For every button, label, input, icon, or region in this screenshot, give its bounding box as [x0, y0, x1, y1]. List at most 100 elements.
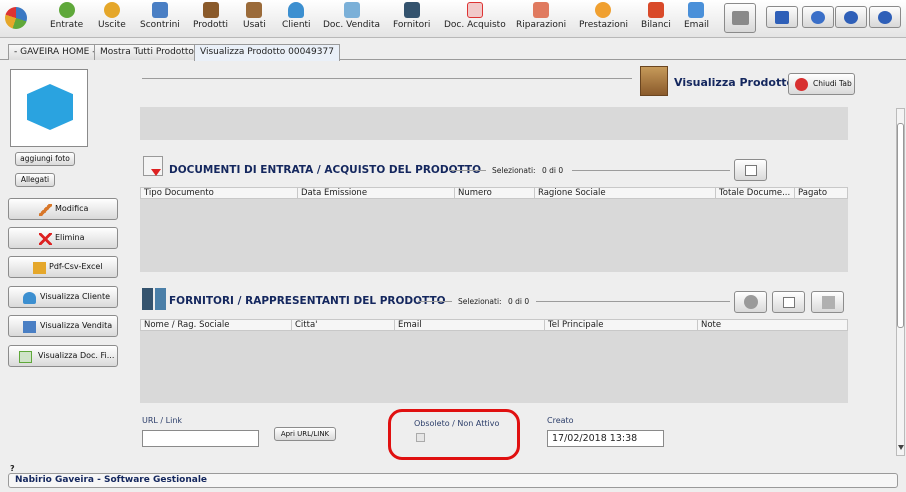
status-bar: Nabirio Gaveira - Software Gestionale: [8, 473, 898, 488]
add-photo-button[interactable]: aggiungi foto: [15, 152, 75, 166]
url-input[interactable]: [142, 430, 259, 447]
documents-selected-count: 0 di 0: [542, 166, 564, 175]
suppliers-info-button[interactable]: [734, 291, 767, 313]
documents-table-body[interactable]: [140, 199, 848, 272]
documents-table-header: Tipo Documento Data Emissione Numero Rag…: [140, 187, 848, 199]
cash-register-button[interactable]: [724, 3, 756, 33]
service-icon: [595, 2, 612, 18]
toolbar-doc-vendita-button[interactable]: Doc. Vendita: [323, 2, 380, 30]
receipt-icon: [151, 2, 168, 18]
settings-button[interactable]: [802, 6, 834, 28]
print-icon: [783, 297, 795, 308]
col-email[interactable]: Email: [394, 320, 544, 331]
info-icon: [744, 295, 758, 309]
suppliers-selected-count: 0 di 0: [508, 297, 530, 306]
delete-button[interactable]: Elimina: [8, 227, 118, 249]
supplier-section-icon: [142, 288, 166, 310]
export-button[interactable]: Pdf-Csv-Excel: [8, 256, 118, 278]
suppliers-selected-label: Selezionati:: [458, 297, 502, 306]
toolbar-uscite-button[interactable]: Uscite: [98, 2, 126, 30]
pencil-icon: [39, 204, 52, 216]
supplier-icon: [403, 2, 420, 18]
suppliers-line-left: [418, 301, 452, 302]
minimize-icon: [844, 11, 858, 24]
toolbar-bilanci-button[interactable]: Bilanci: [641, 2, 671, 30]
documents-selected-label: Selezionati:: [492, 166, 536, 175]
toolbar-prestazioni-button[interactable]: Prestazioni: [579, 2, 628, 30]
app-logo-icon: [5, 7, 27, 29]
tab-home[interactable]: - GAVEIRA HOME -: [8, 44, 102, 60]
sales-document-icon: [343, 2, 360, 18]
documents-line-right: [572, 170, 730, 171]
col-pagato[interactable]: Pagato: [794, 188, 847, 199]
attachments-button[interactable]: Allegati: [15, 173, 55, 187]
toolbar-riparazioni-button[interactable]: Riparazioni: [516, 2, 566, 30]
col-totale-documento[interactable]: Totale Docume...: [715, 188, 794, 199]
toolbar-prodotti-button[interactable]: Prodotti: [193, 2, 228, 30]
col-data-emissione[interactable]: Data Emissione: [297, 188, 454, 199]
help-mark: ?: [10, 464, 15, 473]
view-sale-button[interactable]: Visualizza Vendita: [8, 315, 118, 337]
money-in-icon: [58, 2, 75, 18]
open-url-button[interactable]: Apri URL/LINK: [274, 427, 336, 441]
suppliers-print-button[interactable]: [772, 291, 805, 313]
documents-title: DOCUMENTI DI ENTRATA / ACQUISTO DEL PROD…: [169, 164, 481, 176]
obsolete-checkbox[interactable]: [416, 433, 425, 442]
document-icon: [19, 351, 32, 363]
suppliers-title: FORNITORI / RAPPRESENTANTI DEL PRODOTTO: [169, 295, 446, 307]
created-field: 17/02/2018 13:38: [547, 430, 664, 447]
product-box-icon: [27, 84, 73, 130]
toolbar-email-button[interactable]: Email: [684, 2, 709, 30]
obsolete-label: Obsoleto / Non Attivo: [414, 419, 500, 428]
print-icon: [745, 165, 757, 176]
page-title: Visualizza Prodotto: [674, 76, 795, 89]
col-nome[interactable]: Nome / Rag. Sociale: [141, 320, 291, 331]
toolbar-doc-acquisto-button[interactable]: Doc. Acquisto: [444, 2, 506, 30]
money-out-icon: [103, 2, 120, 18]
minimize-button[interactable]: [835, 6, 867, 28]
close-tab-button[interactable]: Chiudi Tab: [788, 73, 855, 95]
col-note[interactable]: Note: [697, 320, 847, 331]
main-toolbar: Entrate Uscite Scontrini Prodotti Usati …: [0, 0, 906, 38]
obsolete-highlight: [388, 409, 520, 460]
customer-icon: [23, 292, 36, 304]
close-icon: [795, 78, 808, 91]
suppliers-line-right: [536, 301, 730, 302]
col-ragione-sociale[interactable]: Ragione Sociale: [534, 188, 715, 199]
vertical-scrollbar[interactable]: [896, 108, 905, 456]
keyboard-button[interactable]: [766, 6, 798, 28]
view-customer-button[interactable]: Visualizza Cliente: [8, 286, 118, 308]
view-fiscal-doc-button[interactable]: Visualizza Doc. Fi...: [8, 345, 118, 367]
toolbar-usati-button[interactable]: Usati: [243, 2, 266, 30]
purchase-document-icon: [466, 2, 483, 18]
header-separator: [142, 78, 632, 79]
col-numero[interactable]: Numero: [454, 188, 534, 199]
created-label: Creato: [547, 416, 574, 425]
suppliers-table-body[interactable]: [140, 331, 848, 403]
product-header-icon: [640, 66, 668, 96]
toolbar-scontrini-button[interactable]: Scontrini: [140, 2, 180, 30]
repair-icon: [533, 2, 550, 18]
status-text: Nabirio Gaveira - Software Gestionale: [15, 475, 208, 485]
scrollbar-thumb[interactable]: [897, 123, 904, 328]
export-icon: [33, 262, 46, 274]
power-button[interactable]: [869, 6, 901, 28]
suppliers-remove-button[interactable]: [811, 291, 844, 313]
power-icon: [878, 11, 892, 24]
used-box-icon: [246, 2, 263, 18]
toolbar-entrate-button[interactable]: Entrate: [50, 2, 83, 30]
cash-register-icon: [732, 11, 749, 25]
scroll-down-arrow-icon[interactable]: [898, 445, 904, 450]
toolbar-fornitori-button[interactable]: Fornitori: [393, 2, 430, 30]
documents-print-button[interactable]: [734, 159, 767, 181]
tab-show-all-products[interactable]: Mostra Tutti Prodotto: [94, 44, 200, 60]
edit-button[interactable]: Modifica: [8, 198, 118, 220]
suppliers-table-header: Nome / Rag. Sociale Citta' Email Tel Pri…: [140, 319, 848, 331]
remove-icon: [822, 296, 835, 309]
col-citta[interactable]: Citta': [291, 320, 394, 331]
col-tel-principale[interactable]: Tel Principale: [544, 320, 697, 331]
tab-view-product[interactable]: Visualizza Prodotto 00049377: [194, 44, 340, 61]
arrow-down-icon: [151, 169, 161, 176]
col-tipo-documento[interactable]: Tipo Documento: [141, 188, 297, 199]
toolbar-clienti-button[interactable]: Clienti: [282, 2, 311, 30]
